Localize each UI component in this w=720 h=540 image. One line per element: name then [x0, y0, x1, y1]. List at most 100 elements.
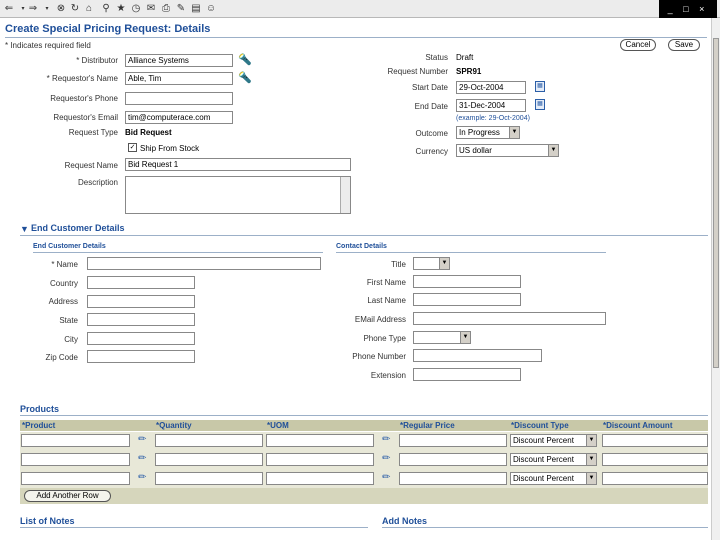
outcome-select[interactable]: In Progress ▼	[456, 126, 520, 139]
products-footer	[20, 488, 708, 504]
distributor-input[interactable]: Alliance Systems	[125, 54, 233, 67]
product-input[interactable]	[21, 434, 130, 447]
contact-details-subheader: Contact Details	[336, 243, 387, 250]
discuss-icon[interactable]: ▤	[190, 3, 202, 15]
outcome-select-value: In Progress	[459, 128, 500, 137]
window-controls[interactable]: _ □ ×	[659, 0, 717, 18]
regular-price-input[interactable]	[399, 434, 507, 447]
uom-input[interactable]	[266, 434, 374, 447]
forward-icon[interactable]: ⇒	[27, 3, 39, 15]
product-input[interactable]	[21, 472, 130, 485]
country-input[interactable]	[87, 276, 195, 289]
pencil-search-icon[interactable]: ✏	[138, 453, 146, 465]
request-type-label: Request Type	[68, 128, 118, 137]
date-example-hint: (example: 29-Oct-2004)	[456, 115, 530, 122]
first-name-input[interactable]	[413, 275, 521, 288]
cancel-button[interactable]: Cancel	[620, 39, 656, 51]
discount-amount-input[interactable]	[602, 453, 708, 466]
requestor-name-input[interactable]: Able, Tim	[125, 72, 233, 85]
request-name-label: Request Name	[64, 161, 118, 170]
start-date-input[interactable]: 29-Oct-2004	[456, 81, 526, 94]
title-label: Title	[391, 260, 406, 269]
currency-select[interactable]: US dollar ▼	[456, 144, 559, 157]
first-name-label: First Name	[366, 278, 406, 287]
state-input[interactable]	[87, 313, 195, 326]
add-notes-title: Add Notes	[382, 516, 427, 526]
phone-type-select[interactable]: ▼	[413, 331, 471, 344]
list-of-notes-title: List of Notes	[20, 516, 75, 526]
discount-type-select[interactable]: Discount Percent ▼	[510, 453, 597, 466]
pencil-search-icon[interactable]: ✏	[382, 434, 390, 446]
history-icon[interactable]: ◷	[130, 3, 142, 15]
discount-amount-input[interactable]	[602, 434, 708, 447]
mail-icon[interactable]: ✉	[145, 3, 157, 15]
chevron-down-icon: ▼	[439, 258, 449, 269]
last-name-input[interactable]	[413, 293, 521, 306]
save-button[interactable]: Save	[668, 39, 700, 51]
requestor-phone-label: Requestor's Phone	[50, 94, 118, 103]
chevron-down-icon: ▼	[586, 454, 596, 465]
end-date-label: End Date	[414, 102, 448, 111]
quantity-input[interactable]	[155, 472, 263, 485]
print-icon[interactable]: ⎙	[160, 3, 172, 15]
regular-price-input[interactable]	[399, 453, 507, 466]
flashlight-search-icon[interactable]: 🔦	[238, 54, 252, 66]
phone-type-label: Phone Type	[363, 334, 406, 343]
forward-dropdown-icon[interactable]: ▾	[41, 3, 53, 15]
uom-input[interactable]	[266, 472, 374, 485]
vertical-scrollbar[interactable]	[711, 18, 720, 540]
quantity-input[interactable]	[155, 434, 263, 447]
col-discount-type: *Discount Type	[509, 420, 600, 431]
add-another-row-button[interactable]: Add Another Row	[24, 490, 111, 502]
edit-icon[interactable]: ✎	[175, 3, 187, 15]
uom-input[interactable]	[266, 453, 374, 466]
quantity-input[interactable]	[155, 453, 263, 466]
refresh-icon[interactable]: ↻	[69, 3, 81, 15]
calendar-icon[interactable]: ▦	[535, 81, 545, 92]
product-input[interactable]	[21, 453, 130, 466]
zip-code-input[interactable]	[87, 350, 195, 363]
discount-type-value: Discount Percent	[513, 436, 574, 445]
discount-amount-input[interactable]	[602, 472, 708, 485]
title-select[interactable]: ▼	[413, 257, 450, 270]
subsection-divider	[33, 252, 323, 253]
search-icon[interactable]: ⚲	[100, 3, 112, 15]
chevron-down-icon: ▼	[586, 435, 596, 446]
end-customer-section-title[interactable]: End Customer Details	[31, 223, 125, 233]
favorites-icon[interactable]: ★	[115, 3, 127, 15]
discount-type-select[interactable]: Discount Percent ▼	[510, 434, 597, 447]
requestor-phone-input[interactable]	[125, 92, 233, 105]
address-input[interactable]	[87, 295, 195, 308]
currency-select-value: US dollar	[459, 146, 492, 155]
pencil-search-icon[interactable]: ✏	[382, 453, 390, 465]
requestor-email-input[interactable]: tim@computerace.com	[125, 111, 233, 124]
back-icon[interactable]: ⇐	[3, 3, 15, 15]
request-name-input[interactable]: Bid Request 1	[125, 158, 351, 171]
calendar-icon[interactable]: ▦	[535, 99, 545, 110]
extension-input[interactable]	[413, 368, 521, 381]
customer-name-input[interactable]	[87, 257, 321, 270]
pencil-search-icon[interactable]: ✏	[138, 434, 146, 446]
end-date-input[interactable]: 31-Dec-2004	[456, 99, 526, 112]
regular-price-input[interactable]	[399, 472, 507, 485]
phone-number-input[interactable]	[413, 349, 542, 362]
email-address-input[interactable]	[413, 312, 606, 325]
ship-from-stock-checkbox[interactable]: ✓	[128, 143, 137, 152]
required-note: * Indicates required field	[5, 41, 91, 50]
description-textarea[interactable]	[125, 176, 351, 214]
city-input[interactable]	[87, 332, 195, 345]
pencil-search-icon[interactable]: ✏	[382, 472, 390, 484]
pencil-search-icon[interactable]: ✏	[138, 472, 146, 484]
flashlight-search-icon[interactable]: 🔦	[238, 72, 252, 84]
collapse-triangle-icon[interactable]: ▼	[20, 224, 29, 234]
end-customer-subheader: End Customer Details	[33, 243, 106, 250]
last-name-label: Last Name	[367, 296, 406, 305]
scrollbar-thumb[interactable]	[713, 38, 719, 368]
home-icon[interactable]: ⌂	[83, 3, 95, 15]
customer-name-label: * Name	[51, 260, 78, 269]
discount-type-select[interactable]: Discount Percent ▼	[510, 472, 597, 485]
messenger-icon[interactable]: ☺	[205, 3, 217, 15]
stop-icon[interactable]: ⊗	[55, 3, 67, 15]
status-label: Status	[425, 53, 448, 62]
description-scrollbar[interactable]	[340, 177, 350, 213]
